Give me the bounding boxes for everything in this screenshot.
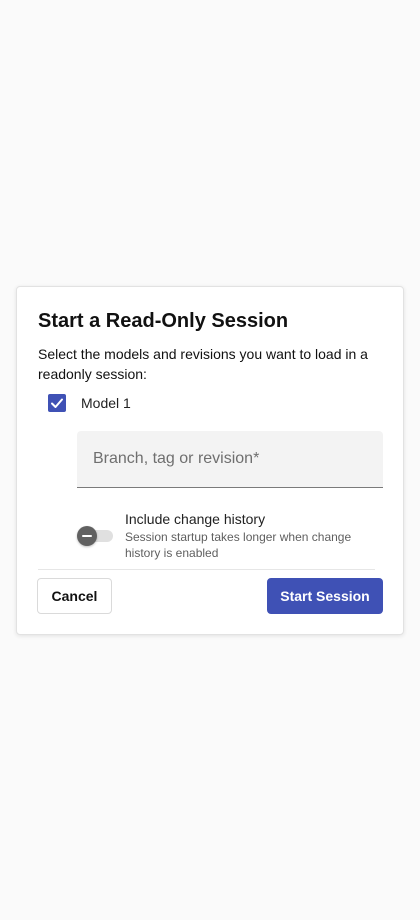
change-history-title: Include change history <box>125 511 266 527</box>
dialog-title: Start a Read-Only Session <box>38 310 289 332</box>
minus-icon <box>82 535 92 537</box>
model-label: Model 1 <box>81 395 131 411</box>
dialog-divider <box>38 569 375 570</box>
toggle-thumb <box>77 526 97 546</box>
model-checkbox[interactable] <box>48 394 66 412</box>
change-history-toggle[interactable] <box>77 526 113 546</box>
revision-input[interactable] <box>77 431 383 487</box>
read-only-session-dialog: Start a Read-Only Session Select the mod… <box>16 286 404 635</box>
revision-field[interactable] <box>77 431 383 488</box>
start-session-button[interactable]: Start Session <box>267 578 383 614</box>
change-history-hint: Session startup takes longer when change… <box>125 530 352 560</box>
dialog-description: Select the models and revisions you want… <box>38 346 368 382</box>
cancel-button[interactable]: Cancel <box>37 578 112 614</box>
check-icon <box>51 398 63 408</box>
